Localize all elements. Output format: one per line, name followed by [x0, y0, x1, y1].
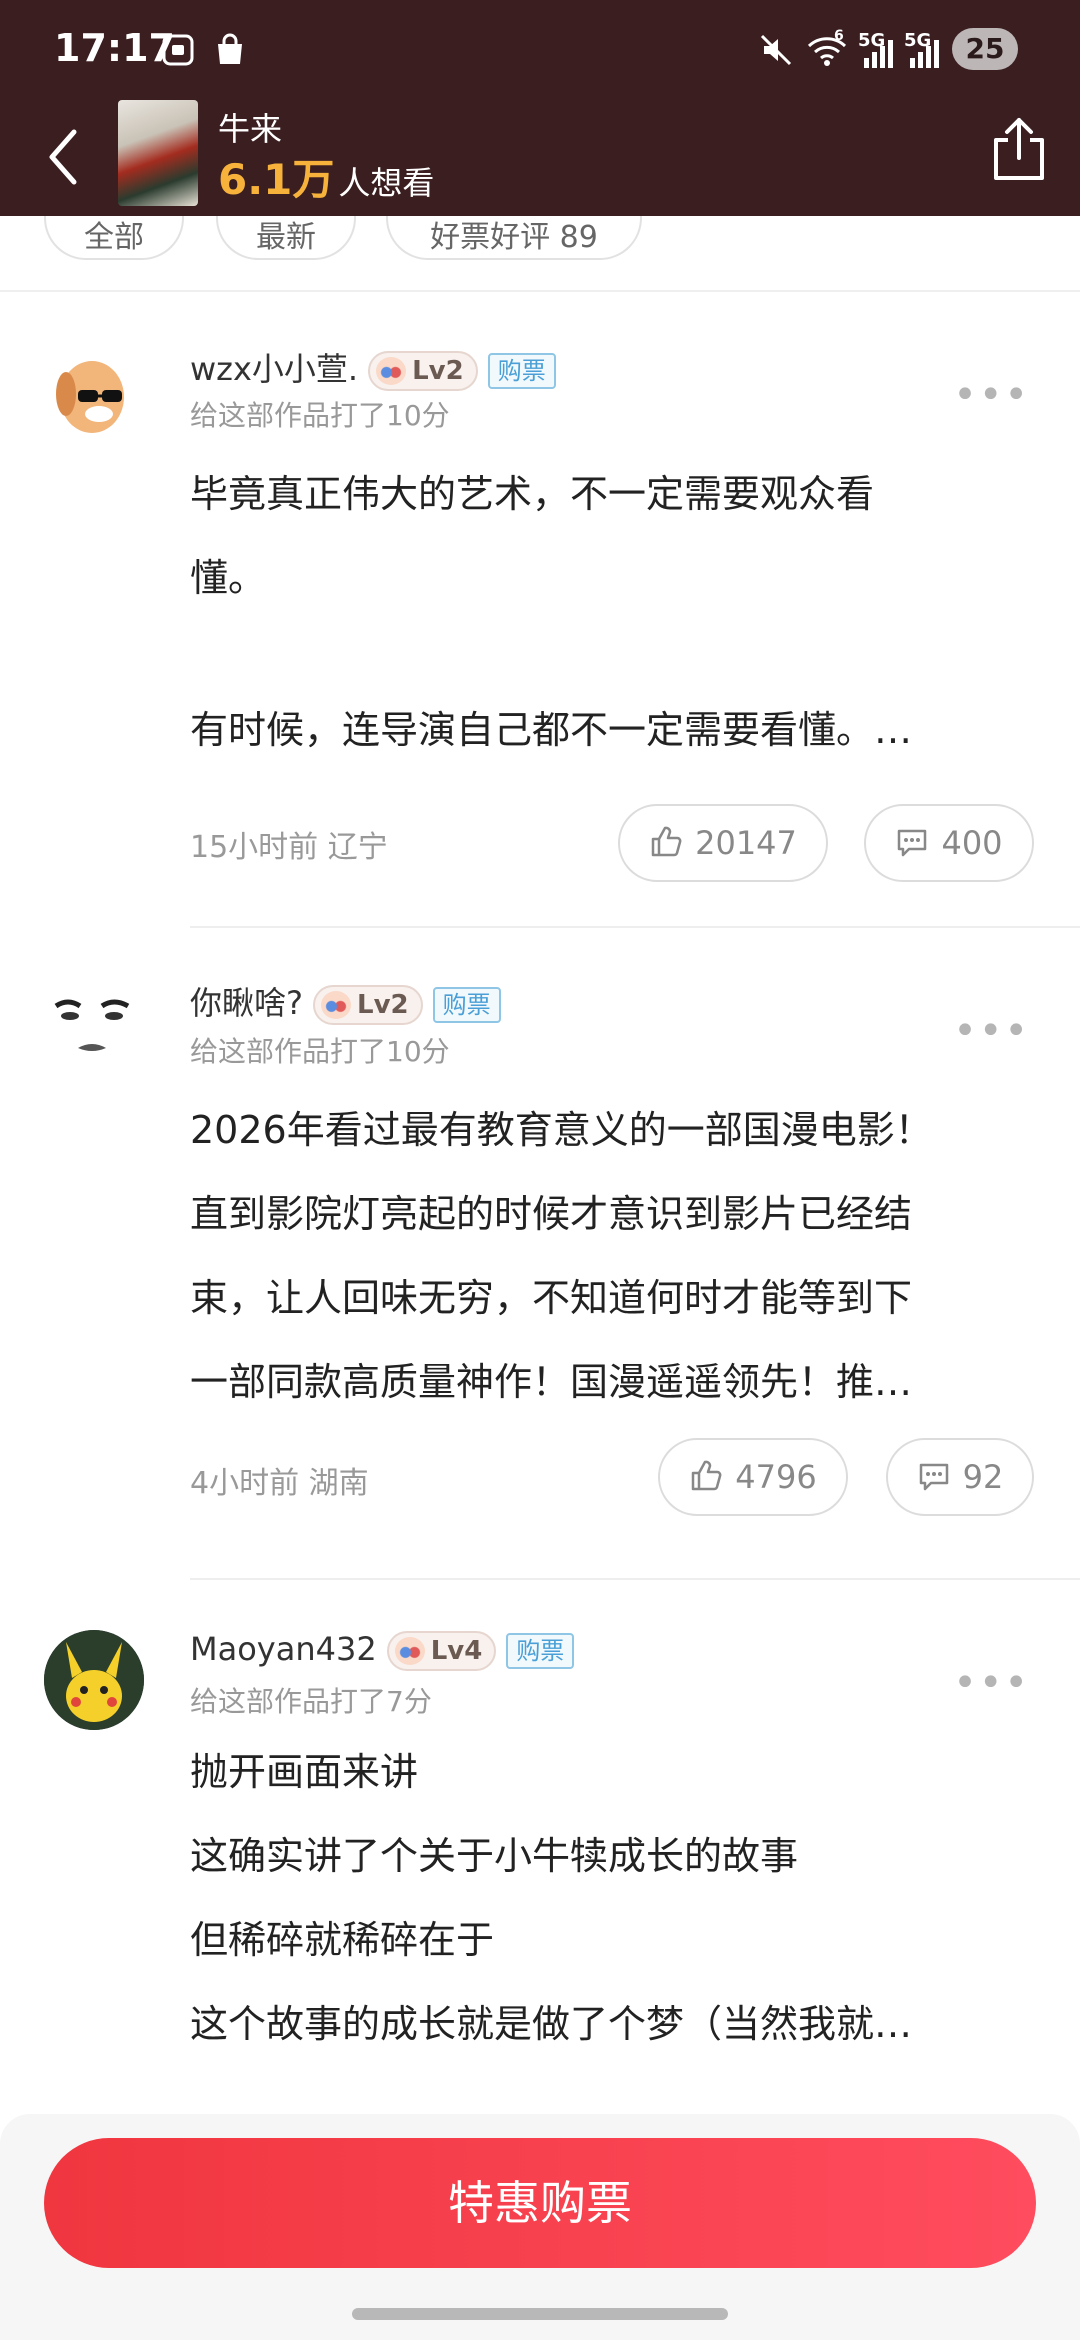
avatar[interactable] — [44, 1630, 144, 1730]
scan-icon — [162, 34, 194, 66]
comment-meta: 15小时前 辽宁 — [190, 822, 388, 866]
battery-indicator: 25 — [952, 28, 1018, 70]
back-arrow-icon[interactable] — [40, 122, 90, 192]
ticket-badge: 购票 — [432, 987, 501, 1023]
share-icon[interactable] — [988, 114, 1050, 184]
comment-location: 辽宁 — [327, 830, 388, 865]
like-count: 20147 — [695, 824, 797, 862]
rating-text: 给这部作品打了10分 — [190, 1035, 450, 1068]
comment-line: 直到影院灯亮起的时候才意识到影片已经结 — [190, 1192, 913, 1236]
more-options-icon[interactable]: ••• — [953, 1660, 1030, 1706]
comment-bubble-icon — [898, 829, 927, 857]
comment-line: 一部同款高质量神作！国漫遥遥领先！推… — [190, 1360, 913, 1404]
comment-line: 这确实讲了个关于小牛犊成长的故事 — [190, 1834, 799, 1878]
comment-line: 懂。 — [190, 556, 267, 600]
comment-content[interactable]: 2026年看过最有教育意义的一部国漫电影！ 直到影院灯亮起的时候才意识到影片已经… — [190, 1088, 1030, 1424]
comment-content[interactable]: 抛开画面来讲 这确实讲了个关于小牛犊成长的故事 但稀碎就稀碎在于 这个故事的成长… — [190, 1730, 1030, 2066]
comment-line: 毕竟真正伟大的艺术，不一定需要观众看 — [190, 472, 875, 516]
ticket-badge: 购票 — [506, 1633, 575, 1669]
comment-time: 4小时前 — [190, 1466, 300, 1501]
comment-bubble-icon — [919, 1463, 948, 1491]
want-suffix: 人想看 — [338, 164, 435, 202]
level-badge: Lv4 — [386, 1631, 497, 1671]
filter-chips: 全部 最新 好票好评 89 — [0, 216, 1080, 292]
app-header: 17:17 6 5G 5G 25 牛来 6.1万 人想看 — [0, 0, 1080, 216]
filter-chip-latest[interactable]: 最新 — [216, 216, 356, 260]
ticket-badge: 购票 — [487, 353, 556, 389]
face-avatar-icon — [54, 999, 130, 1051]
movie-title: 牛来 — [218, 110, 283, 148]
mute-icon — [760, 34, 792, 66]
buy-ticket-button[interactable]: 特惠购票 — [44, 2138, 1036, 2268]
comment-content[interactable]: 毕竟真正伟大的艺术，不一定需要观众看 懂。 有时候，连导演自己都不一定需要看懂。… — [190, 452, 1030, 772]
thumbs-up-icon — [651, 826, 682, 857]
nav-bar: 牛来 6.1万 人想看 — [0, 100, 1080, 216]
shopping-bag-icon — [218, 33, 242, 64]
reply-button[interactable]: 92 — [886, 1438, 1034, 1516]
want-to-watch: 6.1万 人想看 — [218, 146, 434, 207]
signal-icon — [864, 40, 893, 68]
thumbs-up-icon — [692, 1460, 722, 1491]
comment-time: 15小时前 — [190, 830, 319, 865]
level-badge: Lv2 — [368, 351, 478, 391]
movie-poster[interactable] — [118, 100, 198, 206]
like-button[interactable]: 20147 — [618, 804, 828, 882]
like-button[interactable]: 4796 — [658, 1438, 848, 1516]
comment-meta: 4小时前 湖南 — [190, 1458, 369, 1502]
comment-username: wzx小小萱. Lv2 购票 — [190, 344, 556, 391]
more-options-icon[interactable]: ••• — [953, 372, 1030, 418]
username-text[interactable]: 你瞅啥? — [190, 984, 303, 1022]
comment-line: 但稀碎就稀碎在于 — [190, 1918, 495, 1962]
comment-line: 有时候，连导演自己都不一定需要看懂。… — [190, 708, 913, 752]
filter-chip-good[interactable]: 好票好评 89 — [386, 216, 642, 260]
dog-avatar-icon — [56, 361, 124, 433]
divider — [190, 926, 1080, 928]
home-indicator[interactable] — [352, 2308, 728, 2320]
avatar[interactable] — [44, 342, 144, 442]
filter-chip-all[interactable]: 全部 — [44, 216, 184, 260]
username-text[interactable]: Maoyan432 — [190, 1630, 377, 1668]
reply-count: 400 — [941, 824, 1003, 862]
divider — [190, 1578, 1080, 1580]
comment-location: 湖南 — [308, 1466, 369, 1501]
want-count: 6.1万 — [218, 155, 335, 204]
comment-line — [190, 620, 1030, 688]
rating-text: 给这部作品打了10分 — [190, 399, 450, 432]
comment-line: 束，让人回味无穷，不知道何时才能等到下 — [190, 1276, 913, 1320]
comment-line: 2026年看过最有教育意义的一部国漫电影！ — [190, 1108, 933, 1152]
comment-line: 抛开画面来讲 — [190, 1750, 419, 1794]
status-time: 17:17 — [54, 26, 175, 70]
signal-icon-2 — [910, 40, 939, 68]
reply-button[interactable]: 400 — [864, 804, 1034, 882]
wifi-badge: 6 — [834, 28, 844, 44]
rating-text: 给这部作品打了7分 — [190, 1685, 432, 1718]
level-badge: Lv2 — [313, 985, 423, 1025]
avatar[interactable] — [44, 978, 144, 1078]
more-options-icon[interactable]: ••• — [953, 1008, 1030, 1054]
comment-username: 你瞅啥? Lv2 购票 — [190, 978, 501, 1025]
like-count: 4796 — [735, 1458, 817, 1496]
username-text[interactable]: wzx小小萱. — [190, 350, 358, 388]
reply-count: 92 — [962, 1458, 1004, 1496]
status-bar: 17:17 6 5G 5G 25 — [0, 0, 1080, 100]
pikachu-avatar-icon — [44, 1630, 144, 1730]
comment-line: 这个故事的成长就是做了个梦（当然我就… — [190, 2002, 913, 2046]
comment-username: Maoyan432 Lv4 购票 — [190, 1630, 575, 1671]
